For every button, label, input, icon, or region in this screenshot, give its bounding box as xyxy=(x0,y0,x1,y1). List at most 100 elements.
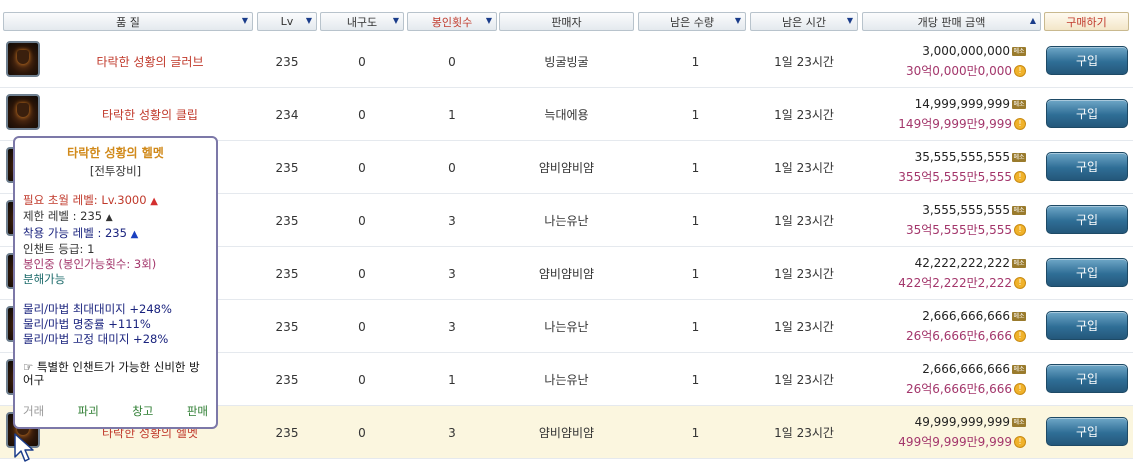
gold-coin-icon: ! xyxy=(1014,117,1026,130)
item-remaining-time: 1일 23시간 xyxy=(774,373,834,387)
meso-badge-icon: 메소 xyxy=(1012,258,1026,268)
price-korean: 422억2,222만2,222! xyxy=(898,274,1026,291)
triangle-up-dark-icon: ▲ xyxy=(105,213,113,223)
tooltip-title: 타락한 성황의 헬멧 xyxy=(67,146,164,160)
buy-button[interactable]: 구입 xyxy=(1046,99,1128,128)
item-level: 235 xyxy=(275,425,299,440)
item-durability: 0 xyxy=(358,319,366,334)
tooltip-stat-1: 물리/마법 최대대미지 +248% xyxy=(23,302,172,316)
buy-button[interactable]: 구입 xyxy=(1046,152,1128,181)
item-remaining-qty: 1 xyxy=(691,160,700,175)
destroy-action[interactable]: 파괴 xyxy=(78,403,99,419)
header-seller[interactable]: 판매자 xyxy=(499,12,634,31)
price-number: 2,666,666,666 메소 xyxy=(922,309,1026,323)
gold-coin-icon: ! xyxy=(1014,329,1026,342)
triangle-down-icon: ▼ xyxy=(485,16,492,25)
item-tooltip: 타락한 성황의 헬멧 [전투장비] 필요 초월 레벨: Lv.3000 ▲ 제한… xyxy=(13,136,218,429)
item-helmet-icon[interactable] xyxy=(6,41,40,77)
item-seal-count: 3 xyxy=(448,319,456,334)
price-number: 14,999,999,999 메소 xyxy=(914,97,1026,111)
price-korean: 149억9,999만9,999! xyxy=(898,115,1026,132)
storage-action[interactable]: 창고 xyxy=(132,403,153,419)
price-korean: 30억0,000만0,000! xyxy=(906,62,1026,79)
header-quality[interactable]: 품 질 ▼ xyxy=(3,12,253,31)
gold-coin-icon: ! xyxy=(1014,435,1026,448)
item-seller: 얌비얌비얌 xyxy=(538,161,595,175)
item-remaining-time: 1일 23시간 xyxy=(774,108,834,122)
tooltip-special: ☞ 특별한 인챈트가 가능한 신비한 방어구 xyxy=(23,360,200,387)
triangle-up-blue-icon: ▲ xyxy=(130,229,139,240)
buy-button[interactable]: 구입 xyxy=(1046,258,1128,287)
item-durability: 0 xyxy=(358,160,366,175)
item-remaining-time: 1일 23시간 xyxy=(774,161,834,175)
header-unit-price[interactable]: 개당 판매 금액 ▲ xyxy=(862,12,1041,31)
price-number: 3,555,555,555 메소 xyxy=(922,203,1026,217)
header-seal-count[interactable]: 봉인횟수 ▼ xyxy=(407,12,497,31)
price-number: 2,666,666,666 메소 xyxy=(922,362,1026,376)
header-remaining-qty[interactable]: 남은 수량 ▼ xyxy=(638,12,746,31)
item-remaining-qty: 1 xyxy=(691,425,700,440)
item-seller: 나는유난 xyxy=(544,320,589,334)
price-korean: 499억9,999만9,999! xyxy=(898,433,1026,450)
item-level: 235 xyxy=(275,266,299,281)
header-level[interactable]: Lv ▼ xyxy=(257,12,317,31)
item-remaining-time: 1일 23시간 xyxy=(774,267,834,281)
item-remaining-qty: 1 xyxy=(691,54,700,69)
gold-coin-icon: ! xyxy=(1014,382,1026,395)
item-name[interactable]: 타락한 성황의 글러브 xyxy=(45,35,255,88)
item-remaining-time: 1일 23시간 xyxy=(774,320,834,334)
buy-button[interactable]: 구입 xyxy=(1046,205,1128,234)
buy-button[interactable]: 구입 xyxy=(1046,46,1128,75)
meso-badge-icon: 메소 xyxy=(1012,152,1026,162)
price-korean: 355억5,555만5,555! xyxy=(898,168,1026,185)
buy-button[interactable]: 구입 xyxy=(1046,364,1128,393)
buy-button[interactable]: 구입 xyxy=(1046,417,1128,446)
triangle-up-red-icon: ▲ xyxy=(150,196,158,207)
tooltip-sealed: 봉인중 (봉인가능횟수: 3회) xyxy=(23,257,157,271)
item-level: 235 xyxy=(275,372,299,387)
item-durability: 0 xyxy=(358,372,366,387)
gold-coin-icon: ! xyxy=(1014,223,1026,236)
item-seal-count: 1 xyxy=(448,107,456,122)
item-durability: 0 xyxy=(358,54,366,69)
triangle-down-icon: ▼ xyxy=(241,16,248,25)
item-level: 235 xyxy=(275,319,299,334)
buy-button[interactable]: 구입 xyxy=(1046,311,1128,340)
item-remaining-qty: 1 xyxy=(691,266,700,281)
mouse-cursor-icon xyxy=(14,433,34,462)
sell-action[interactable]: 판매 xyxy=(187,403,208,419)
item-remaining-time: 1일 23시간 xyxy=(774,426,834,440)
item-seller: 나는유난 xyxy=(544,373,589,387)
trade-action: 거래 xyxy=(23,404,45,418)
tooltip-wear-level: 착용 가능 레벨 : 235 ▲ xyxy=(23,226,139,240)
price-number: 3,000,000,000 메소 xyxy=(922,44,1026,58)
header-durability[interactable]: 내구도 ▼ xyxy=(320,12,404,31)
item-durability: 0 xyxy=(358,425,366,440)
tooltip-stat-3: 물리/마법 고정 대미지 +28% xyxy=(23,332,169,346)
item-seal-count: 0 xyxy=(448,160,456,175)
item-seller: 얌비얌비얌 xyxy=(538,426,595,440)
meso-badge-icon: 메소 xyxy=(1012,311,1026,321)
triangle-down-icon: ▼ xyxy=(305,16,312,25)
item-seller: 빙굴빙굴 xyxy=(544,55,589,69)
item-level: 234 xyxy=(275,107,299,122)
item-level: 235 xyxy=(275,54,299,69)
price-korean: 26억6,666만6,666! xyxy=(906,380,1026,397)
meso-badge-icon: 메소 xyxy=(1012,205,1026,215)
header-buy: 구매하기 xyxy=(1044,12,1129,31)
table-row[interactable]: 타락한 성황의 클립 234 0 1 늑대에용 1 1일 23시간 14,999,999,99… xyxy=(0,88,1133,141)
item-name[interactable]: 타락한 성황의 클립 xyxy=(45,88,255,141)
triangle-up-icon: ▲ xyxy=(1029,16,1036,25)
triangle-down-icon: ▼ xyxy=(734,16,741,25)
item-seller: 나는유난 xyxy=(544,214,589,228)
item-seal-count: 1 xyxy=(448,372,456,387)
header-remaining-time[interactable]: 남은 시간 ▼ xyxy=(750,12,858,31)
price-number: 49,999,999,999 메소 xyxy=(914,415,1026,429)
item-durability: 0 xyxy=(358,213,366,228)
table-row[interactable]: 타락한 성황의 글러브 235 0 0 빙굴빙굴 1 1일 23시간 3,000,000,00… xyxy=(0,35,1133,88)
price-korean: 35억5,555만5,555! xyxy=(906,221,1026,238)
item-durability: 0 xyxy=(358,266,366,281)
gold-coin-icon: ! xyxy=(1014,170,1026,183)
item-helmet-icon[interactable] xyxy=(6,94,40,130)
tooltip-stat-2: 물리/마법 명중률 +111% xyxy=(23,317,151,331)
